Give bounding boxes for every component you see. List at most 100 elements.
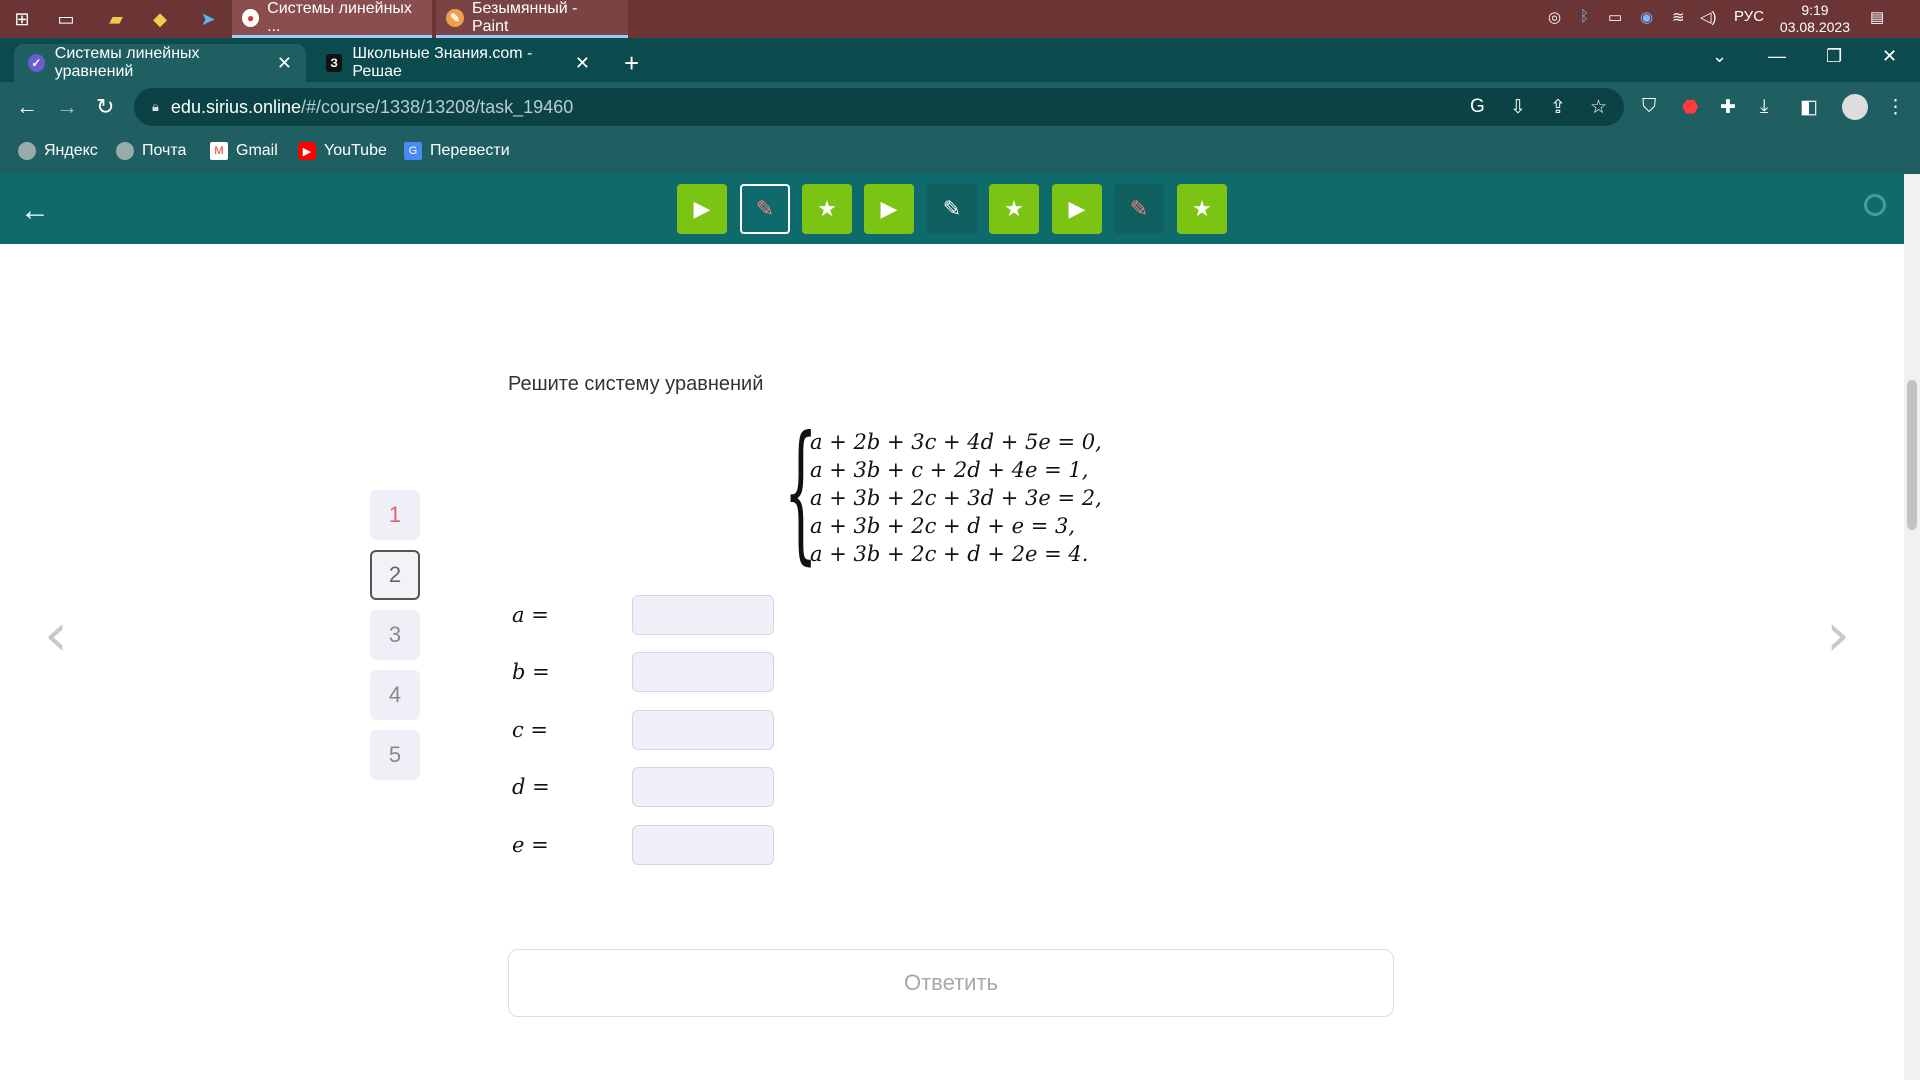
play-icon: ▶ bbox=[693, 196, 711, 221]
scrollbar-thumb[interactable] bbox=[1907, 380, 1917, 530]
adblock-icon[interactable]: ⬣ bbox=[1682, 96, 1699, 119]
answer-input-a[interactable] bbox=[632, 595, 774, 635]
new-tab-icon[interactable]: + bbox=[624, 48, 639, 79]
clock[interactable]: 9:19 03.08.2023 bbox=[1780, 2, 1850, 36]
translate-icon: G bbox=[404, 142, 422, 160]
share-icon[interactable]: ⇪ bbox=[1550, 96, 1566, 119]
telegram-icon[interactable]: ➤ bbox=[196, 7, 220, 31]
step-video[interactable]: ▶ bbox=[677, 184, 727, 234]
network-app-icon[interactable]: ◉ bbox=[1640, 8, 1653, 26]
tab-search-icon[interactable]: ⌄ bbox=[1712, 46, 1727, 67]
step-task[interactable]: ✎ bbox=[1114, 184, 1164, 234]
close-window-icon[interactable]: ✕ bbox=[1882, 46, 1897, 67]
bookmark-label: Почта bbox=[142, 142, 187, 159]
variable-label-b: b = bbox=[512, 660, 550, 684]
extensions-icon[interactable]: ✚ bbox=[1720, 96, 1736, 119]
equation-line: a + 3b + 2c + d + e = 3, bbox=[810, 514, 1076, 538]
bookmark-translate[interactable]: G Перевести bbox=[404, 142, 510, 160]
star-icon: ★ bbox=[817, 196, 837, 221]
address-bar[interactable]: 🔒︎ edu.sirius.online/#/course/1338/13208… bbox=[134, 88, 1624, 126]
pencil-icon: ✎ bbox=[942, 196, 962, 221]
chrome-icon: ● bbox=[242, 8, 260, 27]
step-star[interactable]: ★ bbox=[802, 184, 852, 234]
app-icon[interactable]: ◆ bbox=[148, 7, 172, 31]
question-number-4[interactable]: 4 bbox=[370, 670, 420, 720]
bookmark-gmail[interactable]: M Gmail bbox=[210, 142, 278, 160]
screen-capture-icon[interactable]: ◎ bbox=[1548, 8, 1561, 26]
url-host: edu.sirius.online bbox=[170, 96, 301, 117]
browser-tab-strip: ✓ Системы линейных уравнений ✕ З Школьны… bbox=[0, 38, 1920, 82]
bookmark-star-icon[interactable]: ☆ bbox=[1590, 96, 1607, 119]
question-number-3[interactable]: 3 bbox=[370, 610, 420, 660]
equation-line: a + 3b + 2c + 3d + 3e = 2, bbox=[810, 486, 1102, 510]
wifi-icon[interactable]: ≋ bbox=[1672, 8, 1685, 26]
menu-icon[interactable]: ⋮ bbox=[1886, 96, 1905, 119]
close-tab-icon[interactable]: ✕ bbox=[575, 53, 590, 74]
reload-icon[interactable]: ↻ bbox=[96, 94, 114, 120]
forward-icon[interactable]: → bbox=[56, 94, 78, 120]
taskbar-app-label: Безымянный - Paint bbox=[471, 0, 578, 35]
bookmark-label: Яндекс bbox=[44, 142, 98, 159]
shield-icon[interactable]: ⛉ bbox=[1642, 96, 1656, 118]
pencil-icon: ✎ bbox=[1129, 196, 1149, 221]
close-tab-icon[interactable]: ✕ bbox=[277, 53, 292, 74]
install-app-icon[interactable]: ⇩ bbox=[1510, 96, 1526, 119]
windows-start-icon[interactable]: ⊞ bbox=[10, 7, 34, 31]
downloads-icon[interactable]: ⤓ bbox=[1760, 96, 1768, 118]
bookmarks-bar: Яндекс Почта M Gmail ▶ YouTube G Перевес… bbox=[0, 132, 1920, 174]
submit-answer-button[interactable]: Ответить bbox=[508, 949, 1394, 1017]
next-arrow-icon[interactable]: › bbox=[1826, 600, 1850, 670]
answer-input-c[interactable] bbox=[632, 710, 774, 750]
taskbar-app-chrome[interactable]: ● Системы линейных ... bbox=[232, 0, 432, 38]
step-task[interactable]: ✎ bbox=[927, 184, 977, 234]
browser-tab[interactable]: З Школьные Знания.com - Решае ✕ bbox=[312, 44, 604, 82]
browser-tab-active[interactable]: ✓ Системы линейных уравнений ✕ bbox=[14, 44, 306, 82]
answer-input-d[interactable] bbox=[632, 767, 774, 807]
bookmark-label: YouTube bbox=[324, 142, 387, 159]
back-arrow-icon[interactable]: ← bbox=[20, 194, 50, 228]
bookmark-youtube[interactable]: ▶ YouTube bbox=[298, 142, 387, 160]
taskbar-app-label: Системы линейных ... bbox=[267, 0, 412, 35]
back-icon[interactable]: ← bbox=[16, 94, 38, 120]
bluetooth-icon[interactable]: ᛒ bbox=[1580, 8, 1589, 25]
side-panel-icon[interactable]: ◧ bbox=[1800, 96, 1818, 119]
step-video[interactable]: ▶ bbox=[864, 184, 914, 234]
tab-title: Школьные Знания.com - Решае bbox=[352, 45, 533, 80]
notifications-icon[interactable]: ▤ bbox=[1870, 8, 1884, 26]
bookmark-pochta[interactable]: Почта bbox=[116, 142, 186, 160]
page-scrollbar[interactable] bbox=[1904, 174, 1920, 1080]
browser-toolbar: ← → ↻ 🔒︎ edu.sirius.online/#/course/1338… bbox=[0, 82, 1920, 132]
question-number-2[interactable]: 2 bbox=[370, 550, 420, 600]
step-star[interactable]: ★ bbox=[989, 184, 1039, 234]
task-view-icon[interactable]: ▭ bbox=[54, 7, 78, 31]
loading-spinner-icon bbox=[1864, 194, 1886, 216]
battery-icon[interactable]: ▭ bbox=[1608, 8, 1622, 26]
left-brace: { bbox=[784, 405, 818, 579]
question-number-1[interactable]: 1 bbox=[370, 490, 420, 540]
answer-input-e[interactable] bbox=[632, 825, 774, 865]
variable-label-e: e = bbox=[512, 833, 549, 857]
step-task-current[interactable]: ✎ bbox=[740, 184, 790, 234]
restore-icon[interactable]: ❐ bbox=[1826, 46, 1842, 67]
question-number-5[interactable]: 5 bbox=[370, 730, 420, 780]
answer-input-b[interactable] bbox=[632, 652, 774, 692]
globe-icon bbox=[116, 142, 134, 160]
variable-label-d: d = bbox=[512, 775, 550, 799]
bookmark-yandex[interactable]: Яндекс bbox=[18, 142, 98, 160]
volume-icon[interactable]: ◁) bbox=[1700, 8, 1717, 26]
previous-arrow-icon[interactable]: ‹ bbox=[44, 600, 68, 670]
step-star[interactable]: ★ bbox=[1177, 184, 1227, 234]
gmail-icon: M bbox=[210, 142, 228, 160]
url-text: edu.sirius.online/#/course/1338/13208/ta… bbox=[171, 97, 573, 118]
windows-taskbar: ⊞ ▭ ▰ ◆ ➤ ● Системы линейных ... ✎ Безым… bbox=[0, 0, 1920, 38]
taskbar-app-paint[interactable]: ✎ Безымянный - Paint bbox=[436, 0, 628, 38]
step-video[interactable]: ▶ bbox=[1052, 184, 1102, 234]
file-explorer-icon[interactable]: ▰ bbox=[104, 7, 128, 31]
google-icon[interactable]: G bbox=[1470, 96, 1485, 118]
course-header: ← ▶ ✎ ★ ▶ ✎ ★ ▶ ✎ ★ bbox=[0, 174, 1904, 244]
minimize-icon[interactable]: — bbox=[1768, 46, 1786, 67]
equation-line: a + 2b + 3c + 4d + 5e = 0, bbox=[810, 430, 1102, 454]
language-indicator[interactable]: РУС bbox=[1734, 8, 1764, 25]
youtube-icon: ▶ bbox=[298, 142, 316, 160]
profile-avatar[interactable] bbox=[1842, 94, 1868, 120]
